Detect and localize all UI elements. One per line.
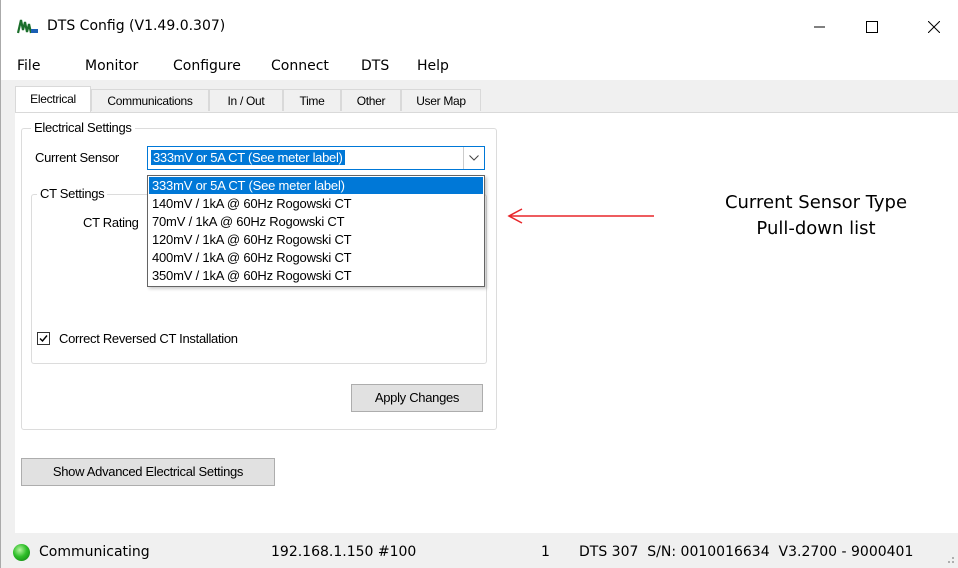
dropdown-option[interactable]: 333mV or 5A CT (See meter label) [149,177,483,194]
resize-grip-icon[interactable] [945,554,955,564]
current-sensor-combo[interactable]: 333mV or 5A CT (See meter label) [147,146,485,170]
menu-file[interactable]: File [17,58,40,74]
reversed-ct-label: Correct Reversed CT Installation [59,331,238,346]
tab-communications[interactable]: Communications [91,89,209,111]
current-sensor-label: Current Sensor [35,150,119,165]
annotation-line-2: Pull-down list [756,218,876,239]
dropdown-option[interactable]: 70mV / 1kA @ 60Hz Rogowski CT [149,213,483,230]
tab-in-out[interactable]: In / Out [209,89,283,111]
status-bar: Communicating 192.168.1.150 #100 1 DTS 3… [1,536,958,568]
annotation-arrow-icon [507,208,654,224]
close-icon [928,21,940,33]
ct-rating-label: CT Rating [83,215,139,230]
app-logo-icon [17,18,39,34]
maximize-button[interactable] [849,10,895,44]
electrical-settings-label: Electrical Settings [31,120,135,135]
minimize-icon [814,26,825,28]
menu-connect[interactable]: Connect [271,58,329,74]
status-address: 192.168.1.150 #100 [271,544,417,560]
combo-dropdown-button[interactable] [463,147,484,169]
tab-user-map[interactable]: User Map [401,89,481,111]
window-title: DTS Config (V1.49.0.307) [47,18,226,34]
menu-dts[interactable]: DTS [361,58,389,74]
app-window: DTS Config (V1.49.0.307) File Monitor Co… [0,0,958,568]
connection-status-icon [13,544,30,561]
dropdown-option[interactable]: 400mV / 1kA @ 60Hz Rogowski CT [149,249,483,266]
status-count: 1 [541,544,550,560]
dropdown-option[interactable]: 120mV / 1kA @ 60Hz Rogowski CT [149,231,483,248]
dropdown-option[interactable]: 140mV / 1kA @ 60Hz Rogowski CT [149,195,483,212]
minimize-button[interactable] [797,10,843,44]
chevron-down-icon [469,155,479,161]
checkmark-icon [39,335,48,343]
annotation-line-1: Current Sensor Type [724,192,908,213]
reversed-ct-checkbox[interactable] [37,332,50,345]
show-advanced-settings-button[interactable]: Show Advanced Electrical Settings [21,458,275,486]
menu-bar: File Monitor Configure Connect DTS Help [1,50,958,80]
menu-monitor[interactable]: Monitor [85,58,138,74]
title-bar: DTS Config (V1.49.0.307) [1,0,958,50]
current-sensor-value: 333mV or 5A CT (See meter label) [151,150,345,165]
tab-electrical[interactable]: Electrical [15,86,91,112]
menu-help[interactable]: Help [417,58,449,74]
tab-time[interactable]: Time [283,89,341,111]
apply-changes-button[interactable]: Apply Changes [351,384,483,412]
close-button[interactable] [911,10,957,44]
tab-other[interactable]: Other [341,89,401,111]
status-device-info: DTS 307 S/N: 0010016634 V3.2700 - 900040… [579,544,914,560]
menu-configure[interactable]: Configure [173,58,241,74]
annotation-callout: Current Sensor Type Pull-down list [661,190,958,242]
maximize-icon [866,21,878,33]
dropdown-option[interactable]: 350mV / 1kA @ 60Hz Rogowski CT [149,267,483,284]
ct-settings-label: CT Settings [37,186,108,201]
status-state: Communicating [39,544,150,560]
current-sensor-dropdown: 333mV or 5A CT (See meter label) 140mV /… [147,175,485,287]
